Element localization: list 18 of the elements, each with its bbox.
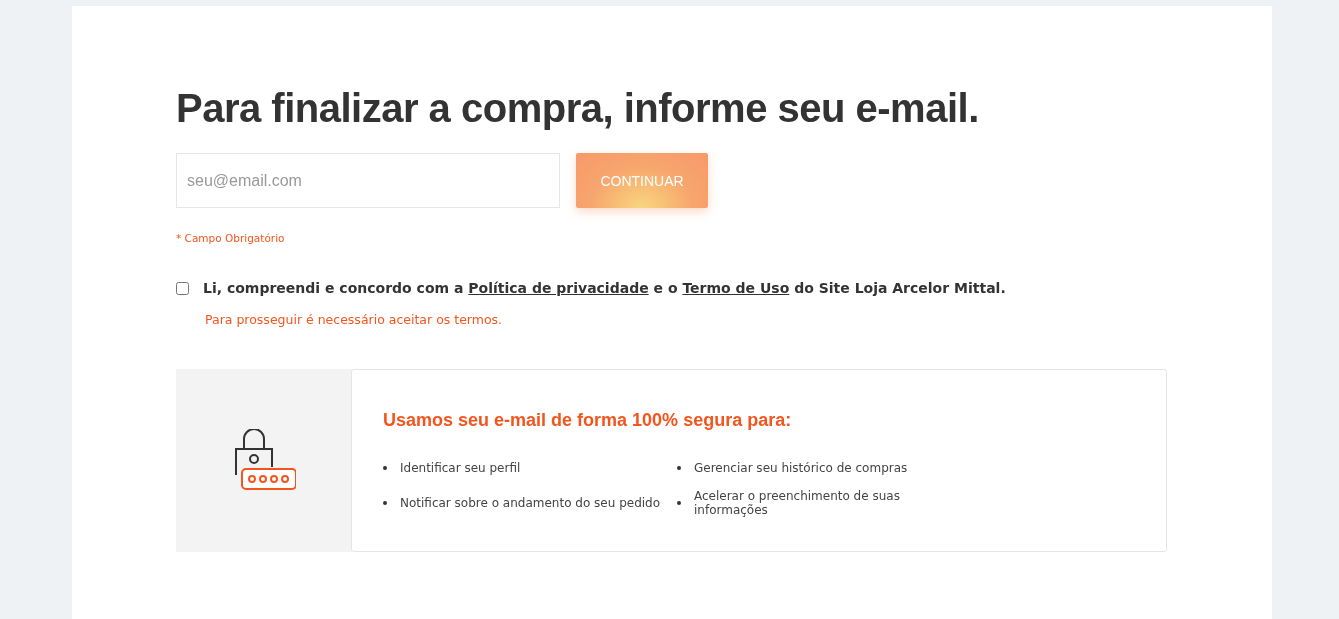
consent-text: Li, compreendi e concordo com a Política de privacidade e o Termo de Uso do Site Loja Arcelor Mittal. — [203, 280, 1006, 296]
required-note: * Campo Obrigatório — [176, 232, 286, 244]
info-title: Usamos seu e-mail de forma 100% segura para: — [383, 410, 793, 431]
consent-error: Para prosseguir é necessário aceitar os termos. — [205, 312, 504, 327]
benefit-item: Acelerar o preenchimento de suas informações — [694, 489, 901, 517]
bullet-icon — [677, 466, 681, 470]
consent-checkbox[interactable] — [176, 281, 189, 295]
benefit-item: Gerenciar seu histórico de compras — [694, 461, 908, 475]
privacy-link[interactable]: Política de privacidade — [468, 280, 649, 296]
benefit-item: Identificar seu perfil — [400, 461, 521, 475]
email-field[interactable]: seu@email.com — [176, 153, 560, 208]
lock-password-icon — [232, 428, 296, 493]
terms-link[interactable]: Termo de Uso — [682, 280, 790, 296]
benefit-item: Notificar sobre o andamento do seu pedido — [400, 496, 661, 510]
bullet-icon — [383, 501, 387, 505]
bullet-icon — [383, 466, 387, 470]
page-heading: Para finalizar a compra, informe seu e-mail. — [176, 86, 980, 131]
bullet-icon — [677, 501, 681, 505]
